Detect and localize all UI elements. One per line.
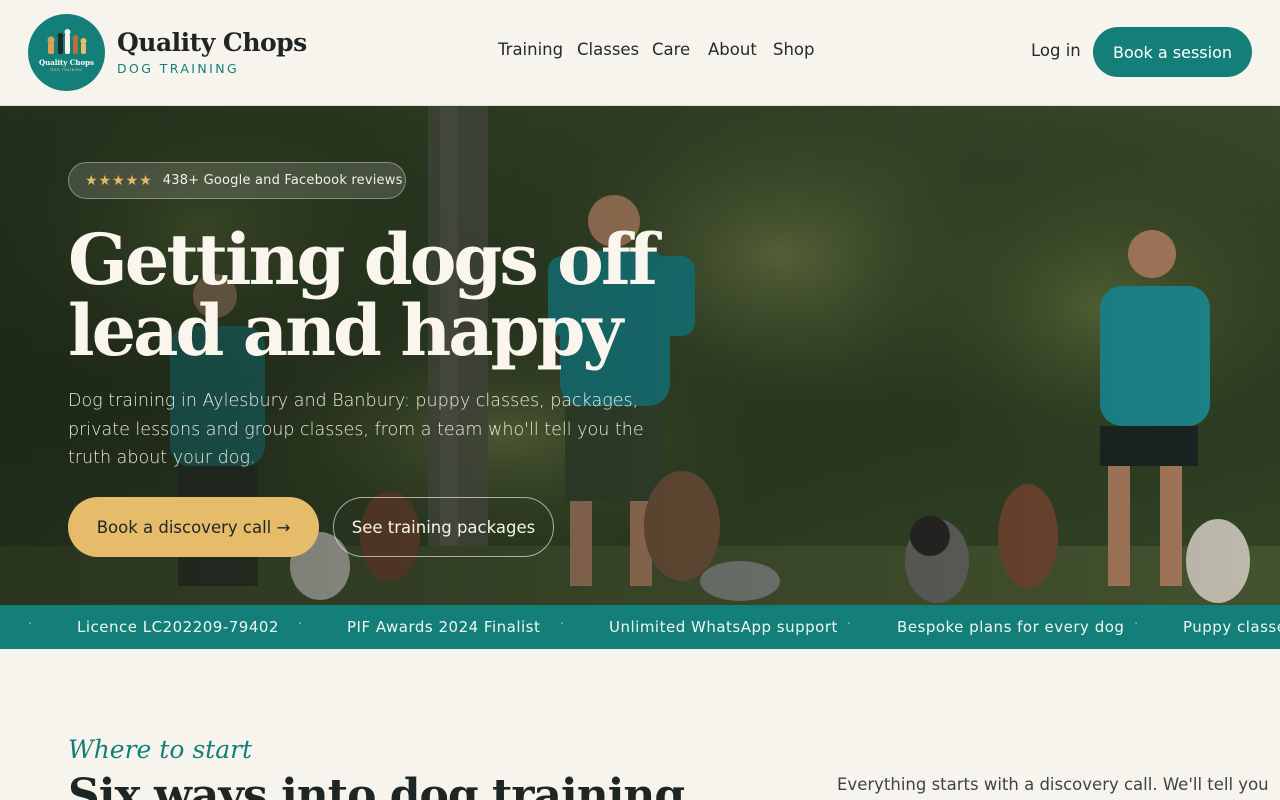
section-title: Six ways into dog training bbox=[68, 770, 685, 800]
marquee-item: Bespoke plans for every dog bbox=[897, 618, 1125, 636]
highlights-marquee: · Licence LC202209-79402 · PIF Awards 20… bbox=[0, 605, 1280, 649]
marquee-separator: · bbox=[560, 617, 565, 632]
marquee-separator: · bbox=[847, 617, 852, 632]
marquee-separator: · bbox=[1134, 617, 1139, 632]
brand-name[interactable]: Quality Chops bbox=[117, 28, 307, 57]
marquee-item: PIF Awards 2024 Finalist bbox=[347, 618, 541, 636]
marquee-item: Unlimited WhatsApp support bbox=[609, 618, 838, 636]
see-training-packages-button[interactable]: See training packages bbox=[333, 497, 554, 557]
nav-item-shop[interactable]: Shop bbox=[773, 40, 815, 59]
nav-item-training[interactable]: Training bbox=[498, 40, 563, 59]
section-eyebrow: Where to start bbox=[68, 735, 253, 764]
nav-item-about[interactable]: About bbox=[708, 40, 757, 59]
marquee-separator: · bbox=[28, 617, 33, 632]
nav-item-care[interactable]: Care bbox=[652, 40, 690, 59]
logo-badge[interactable]: Quality Chops DOG TRAINING bbox=[28, 14, 105, 91]
site-header: Quality Chops DOG TRAINING Quality Chops… bbox=[0, 0, 1280, 106]
dogs-logo-icon bbox=[47, 29, 87, 54]
hero-title-line-2: lead and happy bbox=[68, 289, 623, 372]
reviews-badge[interactable]: ★★★★★ 438+ Google and Facebook reviews bbox=[68, 162, 406, 199]
login-link[interactable]: Log in bbox=[1031, 41, 1081, 60]
hero-title: Getting dogs off lead and happy bbox=[68, 224, 688, 366]
hero-section: ★★★★★ 438+ Google and Facebook reviews G… bbox=[0, 106, 1280, 605]
book-session-button[interactable]: Book a session bbox=[1093, 27, 1252, 77]
nav-item-classes[interactable]: Classes bbox=[577, 40, 639, 59]
marquee-item: Puppy classes bbox=[1183, 618, 1280, 636]
section-aside-text: Everything starts with a discovery call.… bbox=[837, 775, 1269, 794]
star-rating-icon: ★★★★★ bbox=[85, 172, 153, 189]
logo-badge-text: Quality Chops bbox=[39, 58, 94, 67]
marquee-separator: · bbox=[298, 617, 303, 632]
logo-badge-subtitle: DOG TRAINING bbox=[50, 68, 83, 72]
book-discovery-call-button[interactable]: Book a discovery call → bbox=[68, 497, 319, 557]
marquee-item: Licence LC202209-79402 bbox=[77, 618, 279, 636]
hero-description: Dog training in Aylesbury and Banbury: p… bbox=[68, 391, 644, 468]
reviews-text: 438+ Google and Facebook reviews bbox=[162, 173, 403, 188]
brand-subtitle: DOG TRAINING bbox=[117, 61, 240, 76]
